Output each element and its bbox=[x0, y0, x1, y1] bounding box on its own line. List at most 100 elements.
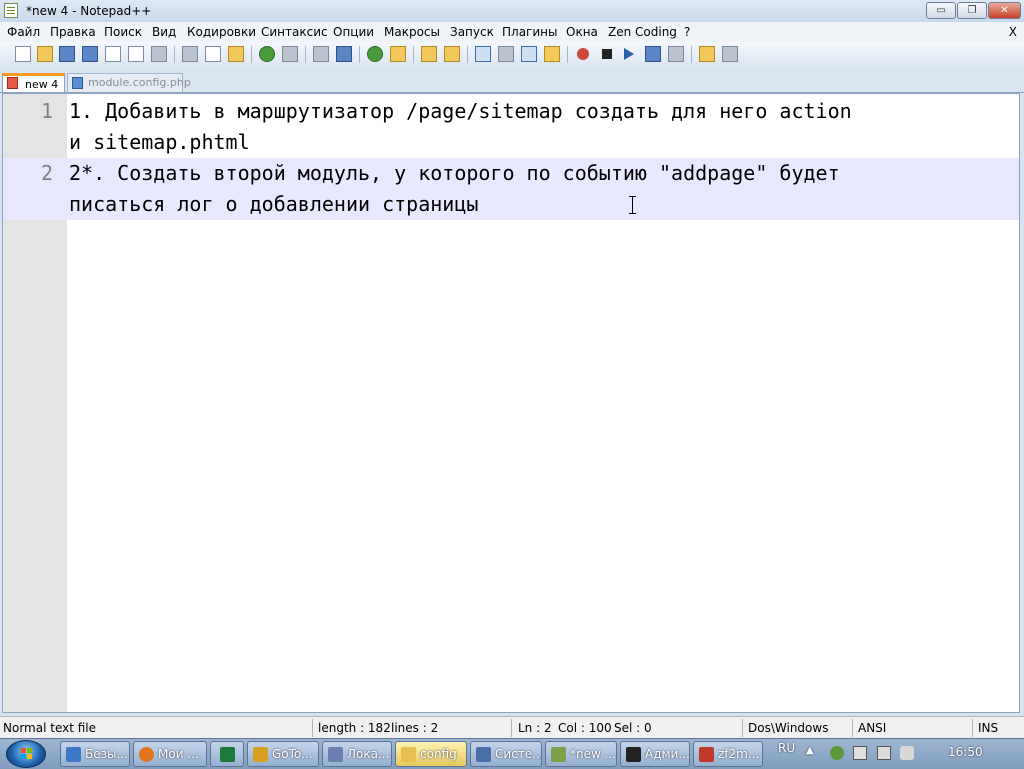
taskbar-item-config-folder[interactable]: config bbox=[395, 741, 467, 767]
close-icon[interactable] bbox=[105, 46, 121, 62]
toolbar-separator bbox=[174, 46, 175, 63]
taskbar-item-system[interactable]: Систе... bbox=[470, 741, 542, 767]
new-file-icon[interactable] bbox=[15, 46, 31, 62]
volume-icon[interactable] bbox=[900, 746, 914, 760]
network-tray-icon[interactable] bbox=[877, 746, 891, 760]
menu-macros[interactable]: Макросы bbox=[384, 25, 440, 39]
flag-icon[interactable] bbox=[853, 746, 867, 760]
status-lines: lines : 2 bbox=[391, 721, 439, 735]
line-text[interactable]: 2*. Создать второй модуль, у которого по… bbox=[69, 158, 1019, 220]
taskbar-item-notepadpp[interactable]: *new ... bbox=[545, 741, 617, 767]
maximize-button[interactable]: ❐ bbox=[957, 2, 987, 19]
notepadpp-app-icon[interactable] bbox=[4, 3, 18, 18]
close-document-x[interactable]: X bbox=[1009, 25, 1017, 39]
paint-icon bbox=[66, 747, 81, 762]
zoom-in-icon[interactable] bbox=[367, 46, 383, 62]
status-eol: Dos\Windows bbox=[748, 721, 829, 735]
save-all-icon[interactable] bbox=[82, 46, 98, 62]
tab-new-4[interactable]: new 4 bbox=[2, 73, 65, 92]
status-separator bbox=[511, 719, 512, 737]
taskbar-label: config bbox=[420, 747, 457, 761]
zoom-out-icon[interactable] bbox=[390, 46, 406, 62]
menu-encoding[interactable]: Кодировки bbox=[187, 25, 256, 39]
open-file-icon[interactable] bbox=[37, 46, 53, 62]
copy-icon[interactable] bbox=[205, 46, 221, 62]
cut-icon[interactable] bbox=[182, 46, 198, 62]
title-bar: *new 4 - Notepad++ ▭ ❐ ✕ bbox=[0, 0, 1024, 23]
close-all-icon[interactable] bbox=[128, 46, 144, 62]
run-macro-icon[interactable] bbox=[645, 46, 661, 62]
indent-guide-icon[interactable] bbox=[521, 46, 537, 62]
menu-plugins[interactable]: Плагины bbox=[502, 25, 557, 39]
stop-macro-icon[interactable] bbox=[602, 49, 612, 59]
menu-syntax[interactable]: Синтаксис bbox=[261, 25, 328, 39]
all-chars-icon[interactable] bbox=[498, 46, 514, 62]
tab-label: new 4 bbox=[25, 78, 59, 91]
taskbar-item-cmd[interactable]: Адми... bbox=[620, 741, 690, 767]
status-encoding: ANSI bbox=[858, 721, 887, 735]
clock[interactable]: 16:50 bbox=[948, 745, 983, 759]
taskbar-item-paint[interactable]: Безы... bbox=[60, 741, 130, 767]
taskbar-item-php[interactable]: zf2m... bbox=[693, 741, 763, 767]
status-separator bbox=[312, 719, 313, 737]
save-macro-icon[interactable] bbox=[668, 46, 684, 62]
status-col: Col : 100 bbox=[558, 721, 612, 735]
folder-icon bbox=[401, 747, 416, 762]
sync-v-icon[interactable] bbox=[421, 46, 437, 62]
lang-icon[interactable] bbox=[544, 46, 560, 62]
toolbar-separator bbox=[467, 46, 468, 63]
windows-logo-icon bbox=[21, 748, 33, 760]
play-macro-icon[interactable] bbox=[624, 48, 634, 60]
record-macro-icon[interactable] bbox=[577, 48, 589, 60]
menu-edit[interactable]: Правка bbox=[50, 25, 96, 39]
tab-module-config[interactable]: module.config.php bbox=[67, 73, 191, 92]
editor-area[interactable]: 1 1. Добавить в маршрутизатор /page/site… bbox=[2, 93, 1020, 713]
paste-icon[interactable] bbox=[228, 46, 244, 62]
language-indicator[interactable]: RU bbox=[778, 741, 795, 755]
taskbar-item-local-network[interactable]: Лока... bbox=[322, 741, 392, 767]
taskbar-label: *new ... bbox=[570, 747, 617, 761]
wrap-icon[interactable] bbox=[475, 46, 491, 62]
spellcheck-icon[interactable] bbox=[722, 46, 738, 62]
launch-icon[interactable] bbox=[699, 46, 715, 62]
menu-options[interactable]: Опции bbox=[333, 25, 374, 39]
toolbar-separator bbox=[305, 46, 306, 63]
replace-icon[interactable] bbox=[336, 46, 352, 62]
editor-line-2[interactable]: 2 2*. Создать второй модуль, у которого … bbox=[3, 158, 1019, 220]
save-icon[interactable] bbox=[59, 46, 75, 62]
taskbar-item-excel[interactable] bbox=[210, 741, 244, 767]
line-text[interactable]: 1. Добавить в маршрутизатор /page/sitema… bbox=[69, 96, 1019, 158]
status-separator bbox=[972, 719, 973, 737]
close-window-button[interactable]: ✕ bbox=[988, 2, 1021, 19]
menu-file[interactable]: Файл bbox=[7, 25, 40, 39]
editor-line-1[interactable]: 1 1. Добавить в маршрутизатор /page/site… bbox=[3, 96, 1019, 158]
menu-view[interactable]: Вид bbox=[152, 25, 176, 39]
find-icon[interactable] bbox=[313, 46, 329, 62]
print-icon[interactable] bbox=[151, 46, 167, 62]
tray-expand-icon[interactable]: ▲ bbox=[806, 745, 814, 756]
window-title: *new 4 - Notepad++ bbox=[26, 4, 152, 18]
taskbar-label: Адми... bbox=[645, 747, 690, 761]
notepadpp-icon bbox=[551, 747, 566, 762]
excel-icon bbox=[220, 747, 235, 762]
menu-help[interactable]: ? bbox=[684, 25, 690, 39]
toolbar bbox=[0, 42, 1024, 67]
taskbar-item-firefox[interactable]: Мои ... bbox=[133, 741, 207, 767]
update-icon[interactable] bbox=[830, 746, 844, 760]
sync-h-icon[interactable] bbox=[444, 46, 460, 62]
toolbar-separator bbox=[413, 46, 414, 63]
menu-run[interactable]: Запуск bbox=[450, 25, 494, 39]
taskbar-label: Лока... bbox=[347, 747, 390, 761]
taskbar-item-goto[interactable]: GoTo... bbox=[247, 741, 319, 767]
menu-zen-coding[interactable]: Zen Coding bbox=[608, 25, 677, 39]
minimize-button[interactable]: ▭ bbox=[926, 2, 956, 19]
menu-search[interactable]: Поиск bbox=[104, 25, 142, 39]
toolbar-separator bbox=[359, 46, 360, 63]
start-button[interactable] bbox=[6, 740, 46, 768]
undo-icon[interactable] bbox=[259, 46, 275, 62]
redo-icon[interactable] bbox=[282, 46, 298, 62]
taskbar: Безы... Мои ... GoTo... Лока... config С… bbox=[0, 738, 1024, 769]
taskbar-label: GoTo... bbox=[272, 747, 313, 761]
status-sel: Sel : 0 bbox=[614, 721, 652, 735]
menu-windows[interactable]: Окна bbox=[566, 25, 598, 39]
